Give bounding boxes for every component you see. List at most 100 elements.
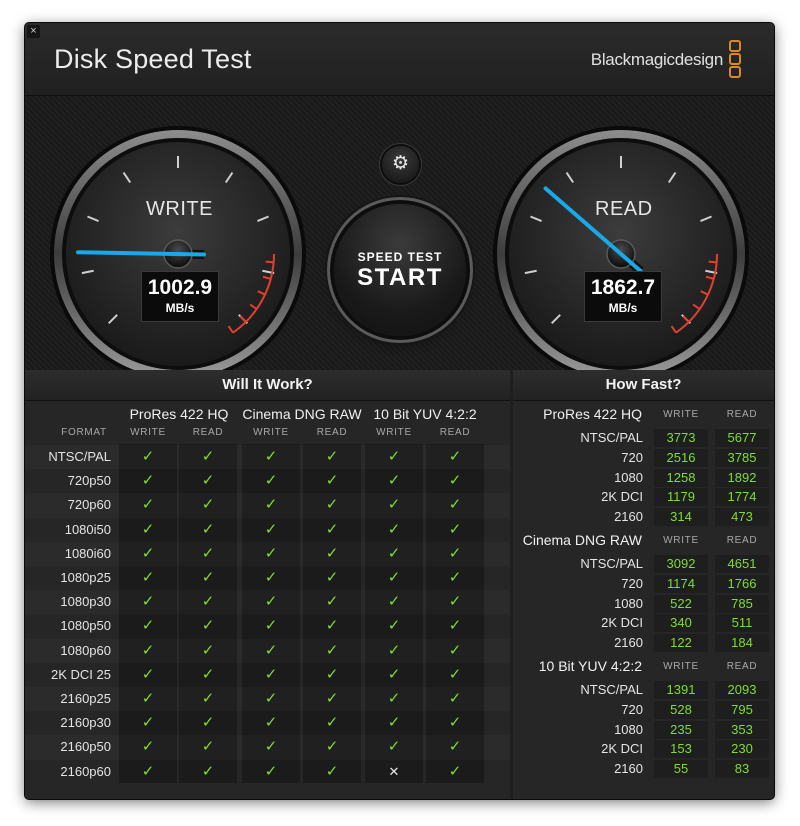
check-icon: ✓ [325,520,339,538]
start-button-subtitle: SPEED TEST [357,250,443,264]
check-icon: ✓ [264,762,278,780]
check-icon: ✓ [141,641,155,659]
hf-read-value: 511 [715,614,769,633]
gauge-area: WRITE 1002.9 MB/s READ 1862.7 MB/s ⚙ SPE… [25,96,774,370]
write-gauge-label: WRITE [146,198,213,220]
check-icon: ✓ [201,641,215,659]
hf-format-label: 1080 [614,469,643,485]
check-icon: ✓ [141,472,155,490]
hf-format-label: 2K DCI [601,615,643,631]
check-icon: ✓ [141,665,155,683]
hf-read-header: READ [726,409,758,420]
how-fast-panel: How Fast? ProRes 422 HQ WRITE READ NTSC/PAL… [513,370,774,799]
check-icon: ✓ [264,665,278,683]
check-icon: ✓ [387,448,401,465]
check-icon: ✓ [264,569,278,586]
hf-write-value: 522 [654,594,708,613]
hf-write-value: 528 [654,700,708,719]
wiw-codec-header: 10 Bit YUV 4:2:2 [373,406,477,422]
check-icon: ✓ [448,714,462,732]
hf-read-value: 1774 [715,488,769,507]
check-icon: ✓ [448,593,462,611]
hf-format-label: NTSC/PAL [580,430,643,445]
hf-write-header: WRITE [663,661,699,672]
check-icon: ✓ [325,738,339,756]
check-icon: ✓ [264,617,278,635]
check-icon: ✓ [141,593,155,611]
check-icon: ✓ [264,448,278,465]
hf-write-value: 55 [654,760,708,779]
hf-format-label: 2160 [614,509,643,525]
read-speed-value: 1862.7 [590,276,656,299]
close-icon[interactable]: × [27,25,40,38]
wiw-format-label: 2160p25 [60,691,111,706]
check-icon: ✓ [325,569,339,586]
hf-format-label: 2160 [614,761,643,777]
wiw-format-label: 2160p50 [60,739,111,755]
hf-write-header: WRITE [663,535,699,546]
check-icon: ✓ [448,690,462,707]
hf-format-label: 720 [621,701,643,717]
read-readout: 1862.7 MB/s [584,271,662,322]
how-fast-title: How Fast? [513,370,774,401]
hf-write-value: 340 [654,614,708,633]
wiw-format-label: 1080i60 [64,545,111,561]
check-icon: ✓ [448,738,462,756]
check-icon: ✓ [448,569,462,586]
hf-format-label: 1080 [614,721,643,737]
hf-read-value: 5677 [715,429,769,447]
check-icon: ✓ [141,617,155,635]
wiw-format-label: 2160p30 [60,715,111,731]
check-icon: ✓ [387,738,401,756]
hf-format-label: NTSC/PAL [580,682,643,697]
hf-write-value: 1179 [654,488,708,507]
start-button[interactable]: SPEED TEST START [334,204,466,336]
app-title: Disk Speed Test [54,44,252,74]
check-icon: ✓ [201,738,215,756]
check-icon: ✓ [201,569,215,586]
check-icon: ✓ [264,472,278,490]
hf-read-value: 1766 [715,574,769,593]
wiw-format-label: 720p60 [67,497,111,513]
wiw-format-label: NTSC/PAL [48,449,111,464]
check-icon: ✓ [448,520,462,538]
check-icon: ✓ [325,544,339,562]
wiw-subheader: WRITE [376,427,412,438]
check-icon: ✓ [201,690,215,707]
check-icon: ✓ [448,641,462,659]
hf-read-value: 83 [715,760,769,779]
check-icon: ✓ [387,496,401,514]
hf-format-label: 720 [621,575,643,591]
check-icon: ✓ [141,544,155,562]
wiw-format-label: 2K DCI 25 [51,666,111,682]
hf-group-title: 10 Bit YUV 4:2:2 [538,658,642,674]
check-icon: ✓ [141,690,155,707]
hf-write-header: WRITE [663,409,699,420]
check-icon: ✓ [325,593,339,611]
hf-read-value: 184 [715,634,769,653]
settings-button[interactable]: ⚙ [382,146,419,183]
check-icon: ✓ [141,714,155,732]
wiw-subheader: READ [316,427,348,438]
wiw-format-label: 1080p60 [60,642,111,658]
check-icon: ✓ [264,593,278,611]
hf-write-value: 1391 [654,681,708,699]
check-icon: ✓ [448,665,462,683]
check-icon: ✓ [387,665,401,683]
hf-read-header: READ [726,535,758,546]
check-icon: ✓ [448,472,462,490]
check-icon: ✓ [201,593,215,611]
brand-logo-icon [729,40,741,80]
hf-format-label: 720 [621,449,643,465]
hf-write-value: 3092 [654,555,708,573]
hf-write-value: 3773 [654,429,708,447]
hf-write-value: 1174 [654,574,708,593]
check-icon: ✓ [325,762,339,780]
check-icon: ✓ [448,496,462,514]
check-icon: ✓ [141,762,155,780]
check-icon: ✓ [325,714,339,732]
check-icon: ✓ [201,762,215,780]
hf-read-value: 230 [715,740,769,759]
check-icon: ✓ [387,593,401,611]
check-icon: ✓ [201,496,215,514]
